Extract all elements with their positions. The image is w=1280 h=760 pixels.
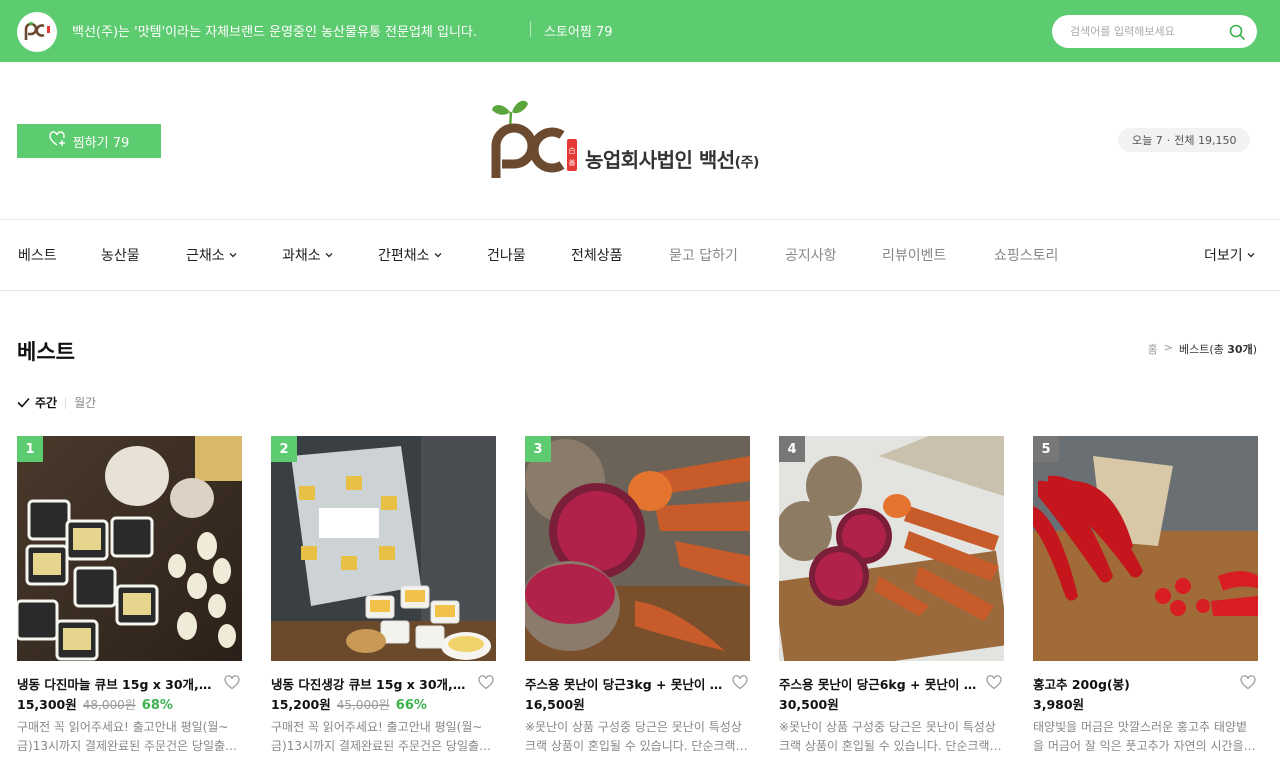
product-card[interactable]: 5 홍고추 200g(봉) 3,980원 태양빛을 머금은 맛깔스러운 홍고추 … (1033, 436, 1258, 753)
nav-item-all-products[interactable]: 전체상품 (571, 245, 623, 265)
product-price: 30,500원 (779, 694, 839, 713)
period-weekly-tab[interactable]: 주간 (17, 394, 57, 411)
category-nav: 베스트 농산물 근채소 과채소 간편채소 건나물 전체상품 묻고 답하기 공지사… (0, 219, 1280, 291)
visitors-today: 오늘 7 (1132, 134, 1163, 147)
page-title: 베스트 (17, 340, 75, 364)
product-image[interactable]: 2 (271, 436, 496, 661)
zzim-label: 찜하기 79 (72, 135, 130, 151)
product-price: 15,200원 45,000원 66% (271, 694, 427, 713)
original-price: 48,000원 (82, 698, 136, 712)
product-description: 태양빛을 머금은 맛깔스러운 홍고추 태양볕을 머금어 잘 익은 풋고추가 자연… (1033, 720, 1247, 753)
nav-item-review-event[interactable]: 리뷰이벤트 (882, 245, 946, 265)
product-price: 3,980원 (1033, 694, 1084, 713)
dot-separator: · (1166, 133, 1171, 147)
nav-item-shopping-story[interactable]: 쇼핑스토리 (994, 245, 1058, 265)
product-image[interactable]: 5 (1033, 436, 1258, 661)
product-description: ※못난이 상품 구성중 당근은 못난이 특성상 크랙 상품이 혼입될 수 있습니… (525, 720, 747, 753)
sale-price: 16,500원 (525, 697, 585, 712)
original-price: 45,000원 (336, 698, 390, 712)
discount-rate: 66% (395, 698, 427, 713)
sale-price: 3,980원 (1033, 697, 1085, 712)
store-favorite-count[interactable]: 스토어찜 79 (544, 21, 613, 40)
heart-icon[interactable] (478, 675, 494, 690)
product-card[interactable]: 3 주스용 못난이 당근3kg + 못난이 비트 16,500원 ※못난이 상품… (525, 436, 750, 753)
nav-item-fruit-veg[interactable]: 과채소 (282, 245, 333, 265)
chevron-down-icon (434, 253, 441, 258)
svg-text:善: 善 (569, 158, 576, 167)
divider (530, 21, 531, 37)
chevron-down-icon (325, 253, 333, 258)
product-name[interactable]: 냉동 다진생강 큐브 15g x 30개, 450g (271, 674, 469, 693)
heart-icon[interactable] (986, 675, 1002, 690)
product-card[interactable]: 4 주스용 못난이 당근6kg + 못난이 비트 30,500원 ※못난이 상품… (779, 436, 1004, 753)
nav-item-easy-veg[interactable]: 간편채소 (378, 245, 442, 265)
product-card[interactable]: 2 냉동 다진생강 큐브 15g x 30개, 450g 15,200원 45,… (271, 436, 496, 753)
visitors-total: 전체 19,150 (1174, 134, 1237, 147)
heart-icon[interactable] (224, 675, 240, 690)
brand-name: 농업회사법인 백선(주) (585, 148, 759, 172)
rank-badge: 1 (17, 436, 43, 462)
search-box (1052, 15, 1257, 48)
rank-badge: 5 (1033, 436, 1059, 462)
check-icon (17, 397, 30, 408)
period-filter: 주간 월간 (17, 394, 96, 411)
top-bar: 백선(주)는 '맛템'이라는 자체브랜드 운영중인 농산물유통 전문업체 입니다… (0, 0, 1280, 62)
product-description: ※못난이 상품 구성중 당근은 못난이 특성상 크랙 상품이 혼입될 수 있습니… (779, 720, 1001, 753)
heart-icon[interactable] (1240, 675, 1256, 690)
discount-rate: 68% (141, 698, 173, 713)
rank-badge: 2 (271, 436, 297, 462)
breadcrumb: 홈 > 베스트(총 30개) (1148, 341, 1257, 357)
chevron-down-icon (229, 253, 237, 258)
nav-item-produce[interactable]: 농산물 (101, 245, 140, 265)
svg-text:白: 白 (569, 146, 576, 155)
chevron-down-icon (1247, 253, 1255, 258)
nav-item-dried-herbs[interactable]: 건나물 (487, 245, 526, 265)
product-name[interactable]: 홍고추 200g(봉) (1033, 674, 1231, 693)
product-card[interactable]: 1 냉동 다진마늘 큐브 15g x 30개, 450g 15,300원 48,… (17, 436, 242, 753)
rank-badge: 4 (779, 436, 805, 462)
sale-price: 30,500원 (779, 697, 839, 712)
rank-badge: 3 (525, 436, 551, 462)
brand-logo-mark: 白 善 (491, 100, 577, 178)
heart-icon[interactable] (732, 675, 748, 690)
nav-item-notice[interactable]: 공지사항 (785, 245, 837, 265)
nav-item-qna[interactable]: 묻고 답하기 (669, 245, 738, 265)
product-name[interactable]: 주스용 못난이 당근6kg + 못난이 비트 (779, 674, 977, 693)
brand-logo[interactable]: 白 善 농업회사법인 백선(주) (488, 98, 808, 180)
product-name[interactable]: 주스용 못난이 당근3kg + 못난이 비트 (525, 674, 723, 693)
visitor-count: 오늘 7 · 전체 19,150 (1118, 128, 1251, 152)
product-name[interactable]: 냉동 다진마늘 큐브 15g x 30개, 450g (17, 674, 215, 693)
period-monthly-tab[interactable]: 월간 (74, 394, 96, 411)
product-description: 구매전 꼭 읽어주세요! 출고안내 평일(월~금)13시까지 결제완료된 주문건… (271, 720, 491, 753)
breadcrumb-current: 베스트(총 30개) (1178, 343, 1257, 356)
sale-price: 15,300원 (17, 697, 77, 712)
store-intro-text: 백선(주)는 '맛템'이라는 자체브랜드 운영중인 농산물유통 전문업체 입니다… (72, 25, 478, 40)
product-image[interactable]: 1 (17, 436, 242, 661)
sale-price: 15,200원 (271, 697, 331, 712)
search-input[interactable] (1070, 22, 1220, 41)
nav-item-best[interactable]: 베스트 (18, 245, 57, 265)
search-icon[interactable] (1228, 23, 1246, 41)
nav-more-button[interactable]: 더보기 (1204, 245, 1255, 265)
store-mini-logo[interactable] (17, 12, 57, 52)
product-price: 16,500원 (525, 694, 585, 713)
breadcrumb-separator: > (1163, 341, 1173, 354)
product-description: 구매전 꼭 읽어주세요! 출고안내 평일(월~금)13시까지 결제완료된 주문건… (17, 720, 237, 753)
heart-plus-icon (49, 131, 67, 151)
nav-item-root-veg[interactable]: 근채소 (186, 245, 237, 265)
product-price: 15,300원 48,000원 68% (17, 694, 173, 713)
breadcrumb-home[interactable]: 홈 (1148, 341, 1158, 357)
product-image[interactable]: 3 (525, 436, 750, 661)
product-image[interactable]: 4 (779, 436, 1004, 661)
divider (65, 396, 67, 409)
zzim-button[interactable]: 찜하기 79 (17, 124, 161, 158)
